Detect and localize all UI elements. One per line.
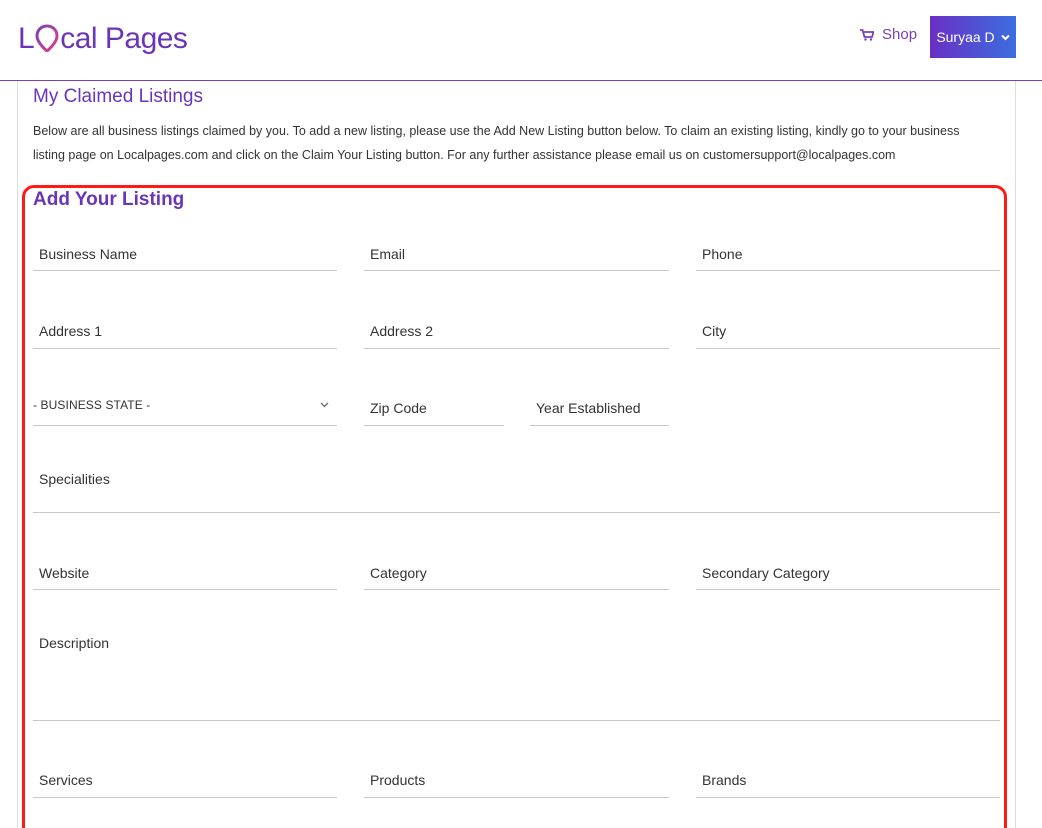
services-label: Services — [39, 772, 93, 788]
localpages-logo[interactable]: Lcal Pages — [18, 16, 188, 56]
city-label: City — [702, 323, 727, 339]
business-name-label: Business Name — [39, 246, 138, 262]
year-established-field[interactable]: Year Established — [530, 390, 669, 426]
category-field[interactable]: Category — [364, 555, 669, 590]
intro-text: Below are all business listings claimed … — [33, 119, 993, 167]
intro-line-1: Below are all business listings claimed … — [33, 124, 960, 138]
business-state-select[interactable]: - BUSINESS STATE - — [33, 386, 337, 426]
user-name: Suryaa D — [936, 29, 995, 45]
chevron-down-icon — [320, 402, 329, 408]
page-title: My Claimed Listings — [33, 86, 203, 107]
shop-label: Shop — [882, 26, 918, 43]
zip-code-field[interactable]: Zip Code — [364, 390, 504, 426]
secondary-category-field[interactable]: Secondary Category — [696, 555, 1000, 590]
intro-line-2: listing page on Localpages.com and click… — [33, 148, 896, 162]
products-field[interactable]: Products — [364, 762, 669, 798]
secondary-category-label: Secondary Category — [702, 565, 830, 581]
email-field[interactable]: Email — [364, 236, 669, 271]
shop-link[interactable]: Shop — [860, 26, 917, 43]
website-field[interactable]: Website — [33, 555, 337, 590]
year-established-label: Year Established — [536, 400, 641, 416]
description-field[interactable]: Description — [33, 625, 1000, 721]
user-menu-button[interactable]: Suryaa D — [930, 16, 1016, 58]
phone-field[interactable]: Phone — [696, 236, 1000, 271]
phone-label: Phone — [702, 246, 743, 262]
city-field[interactable]: City — [696, 313, 1000, 349]
cart-icon — [860, 28, 874, 41]
email-label: Email — [370, 246, 406, 262]
address1-label: Address 1 — [39, 323, 103, 339]
services-field[interactable]: Services — [33, 762, 337, 798]
website-label: Website — [39, 565, 90, 581]
specialities-label: Specialities — [39, 471, 110, 487]
address1-field[interactable]: Address 1 — [33, 313, 337, 349]
category-label: Category — [370, 565, 427, 581]
top-header: Lcal Pages Shop Suryaa D — [0, 0, 1042, 81]
address2-label: Address 2 — [370, 323, 434, 339]
address2-field[interactable]: Address 2 — [364, 313, 669, 349]
chevron-down-icon — [1000, 34, 1010, 40]
brands-label: Brands — [702, 772, 747, 788]
description-label: Description — [39, 635, 110, 651]
business-state-value: - BUSINESS STATE - — [33, 398, 151, 412]
products-label: Products — [370, 772, 426, 788]
location-pin-icon — [35, 24, 59, 52]
logo-wordmark: Lcal Pages — [18, 22, 188, 55]
zip-code-label: Zip Code — [370, 400, 427, 416]
business-name-field[interactable]: Business Name — [33, 236, 337, 271]
specialities-field[interactable]: Specialities — [33, 460, 1000, 513]
form-title: Add Your Listing — [33, 189, 185, 210]
brands-field[interactable]: Brands — [696, 762, 1000, 798]
